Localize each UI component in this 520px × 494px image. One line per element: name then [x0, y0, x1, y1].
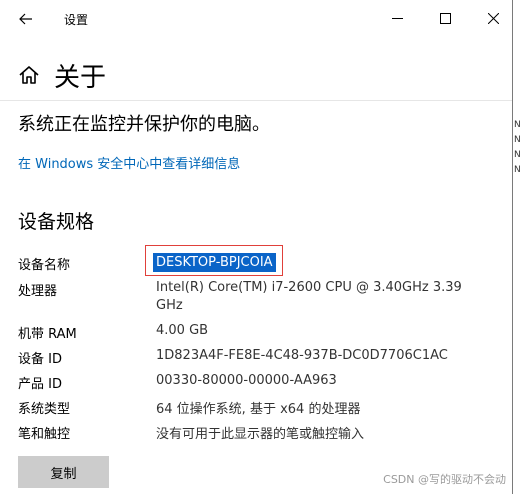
spec-value: Intel(R) Core(TM) i7-2600 CPU @ 3.40GHz …	[156, 280, 462, 295]
spec-label: 设备名称	[18, 258, 71, 273]
spec-value: 64 位操作系统, 基于 x64 的处理器	[156, 402, 361, 417]
minimize-button[interactable]	[374, 2, 420, 34]
maximize-icon	[439, 12, 451, 24]
spec-label: 产品 ID	[18, 377, 62, 392]
spec-label: 笔和触控	[18, 427, 71, 442]
security-center-link[interactable]: 在 Windows 安全中心中查看详细信息	[18, 153, 240, 172]
window-title: 设置	[64, 13, 89, 27]
background-text-fragment: N	[514, 150, 520, 160]
spec-value: 4.00 GB	[156, 323, 209, 338]
spec-label: 机带 RAM	[18, 327, 77, 342]
maximize-button[interactable]	[422, 2, 468, 34]
settings-window: 设置 关于 系统正在监控并保护你的电脑。 在 Windows 安全中心中查看详细…	[0, 0, 513, 494]
home-icon[interactable]	[18, 64, 40, 86]
background-text-fragment: N	[514, 165, 520, 175]
spec-value: 没有可用于此显示器的笔或触控输入	[156, 427, 365, 442]
copy-button[interactable]: 复制	[18, 456, 109, 488]
background-text-fragment: N	[514, 120, 520, 130]
minimize-icon	[391, 17, 403, 19]
spec-label: 设备 ID	[18, 352, 62, 367]
spec-label: 系统类型	[18, 402, 71, 417]
title-bar: 设置	[0, 0, 512, 38]
page-title: 关于	[54, 63, 107, 93]
protection-status-text: 系统正在监控并保护你的电脑。	[18, 114, 270, 135]
background-text-fragment: N	[514, 135, 520, 145]
close-button[interactable]	[470, 2, 512, 34]
device-specs-heading: 设备规格	[18, 211, 95, 233]
spec-value: 1D823A4F-FE8E-4C48-937B-DC0D7706C1AC	[156, 348, 448, 363]
watermark: CSDN @写的驱动不会动	[383, 473, 506, 486]
close-icon	[487, 12, 499, 24]
background-window-edge: N N N N	[513, 0, 520, 494]
back-button[interactable]	[8, 4, 44, 34]
spec-value-continued: GHz	[156, 298, 183, 313]
spec-value: 00330-80000-00000-AA963	[156, 373, 337, 388]
back-arrow-icon	[19, 13, 32, 25]
header-divider	[0, 100, 512, 101]
device-name-value[interactable]: DESKTOP-BPJCOIA	[153, 253, 276, 272]
spec-label: 处理器	[18, 284, 58, 299]
